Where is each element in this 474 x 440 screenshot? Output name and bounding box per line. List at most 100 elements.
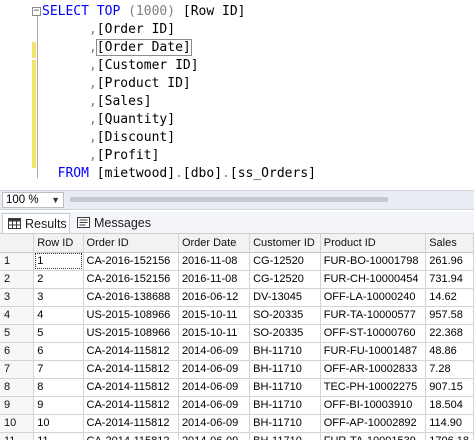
table-cell[interactable]: 1 [33,252,84,271]
table-cell[interactable]: 2016-11-08 [178,270,251,289]
sql-editor[interactable]: − SELECT TOP (1000) [Row ID] ,[Order ID]… [0,0,474,190]
table-cell[interactable]: 2015-10-11 [178,324,251,343]
code-line[interactable]: ,[Profit] [42,147,159,165]
table-cell[interactable]: 5 [33,324,84,343]
table-cell[interactable]: 18.504 [425,396,474,415]
table-cell[interactable]: CA-2014-115812 [83,360,179,379]
zoom-select[interactable]: 100 % ▼ [2,192,64,208]
table-cell[interactable]: 2014-06-09 [178,396,251,415]
table-cell[interactable]: CG-12520 [249,270,321,289]
table-cell[interactable]: US-2015-108966 [83,306,179,325]
table-cell[interactable]: 261.96 [425,252,474,271]
column-header[interactable]: Customer ID [249,234,321,253]
row-number[interactable]: 4 [0,306,35,325]
table-cell[interactable]: 2014-06-09 [178,414,251,433]
row-number[interactable]: 3 [0,288,35,307]
table-cell[interactable]: FUR-BO-10001798 [320,252,427,271]
column-header[interactable]: Sales [425,234,474,253]
scrollbar-thumb[interactable] [70,197,388,202]
table-cell[interactable]: US-2015-108966 [83,324,179,343]
table-row[interactable]: 9 9 CA-2014-115812 2014-06-09 BH-11710 OFF-BI… [0,396,474,415]
table-cell[interactable]: BH-11710 [249,396,321,415]
table-row[interactable]: 8 8 CA-2014-115812 2014-06-09 BH-11710 TEC-PH… [0,378,474,397]
table-cell[interactable]: DV-13045 [249,288,321,307]
row-number[interactable]: 11 [0,432,35,440]
table-row[interactable]: 2 2 CA-2016-152156 2016-11-08 CG-12520 FUR-CH… [0,270,474,289]
table-row[interactable]: 10 10 CA-2014-115812 2014-06-09 BH-11710 OFF-… [0,414,474,433]
row-number[interactable]: 5 [0,324,35,343]
table-cell[interactable]: OFF-ST-10000760 [320,324,427,343]
table-cell[interactable]: OFF-LA-10000240 [320,288,427,307]
table-row[interactable]: 3 3 CA-2016-138688 2016-06-12 DV-13045 OFF-LA… [0,288,474,307]
table-cell[interactable]: CA-2014-115812 [83,378,179,397]
table-cell[interactable]: OFF-AP-10002892 [320,414,427,433]
table-row[interactable]: 1 1 CA-2016-152156 2016-11-08 CG-12520 FUR-BO… [0,252,474,271]
table-cell[interactable]: CA-2014-115812 [83,396,179,415]
table-cell[interactable]: 2014-06-09 [178,360,251,379]
table-cell[interactable]: 2014-06-09 [178,378,251,397]
table-cell[interactable]: 907.15 [425,378,474,397]
results-grid[interactable]: Row ID Order ID Order Date Customer ID P… [0,234,474,440]
table-cell[interactable]: 114.90 [425,414,474,433]
table-row[interactable]: 4 4 US-2015-108966 2015-10-11 SO-20335 FUR-TA… [0,306,474,325]
table-cell[interactable]: 957.58 [425,306,474,325]
table-cell[interactable]: 14.62 [425,288,474,307]
column-header[interactable]: Row ID [33,234,84,253]
code-line[interactable]: ,[Customer ID] [42,57,199,75]
code-line[interactable]: ,[Quantity] [42,111,175,129]
table-cell[interactable]: FUR-FU-10001487 [320,342,427,361]
table-row[interactable]: 7 7 CA-2014-115812 2014-06-09 BH-11710 OFF-AR… [0,360,474,379]
table-cell[interactable]: CA-2016-152156 [83,252,179,271]
table-cell[interactable]: 1706.18 [425,432,474,440]
table-cell[interactable]: FUR-CH-10000454 [320,270,427,289]
table-cell[interactable]: 2014-06-09 [178,432,251,440]
table-cell[interactable]: 2 [33,270,84,289]
row-number[interactable]: 6 [0,342,35,361]
table-cell[interactable]: BH-11710 [249,342,321,361]
table-cell[interactable]: 4 [33,306,84,325]
collapse-icon[interactable]: − [32,7,41,16]
table-cell[interactable]: 2016-11-08 [178,252,251,271]
table-cell[interactable]: 22.368 [425,324,474,343]
table-cell[interactable]: 3 [33,288,84,307]
table-cell[interactable]: FUR-TA-10001539 [320,432,427,440]
table-cell[interactable]: OFF-AR-10002833 [320,360,427,379]
table-row[interactable]: 6 6 CA-2014-115812 2014-06-09 BH-11710 FUR-FU… [0,342,474,361]
table-row[interactable]: 1111CA-2014-1158122014-06-09BH-11710FUR-… [0,432,474,440]
table-cell[interactable]: 11 [33,432,84,440]
table-cell[interactable]: FUR-TA-10000577 [320,306,427,325]
row-number[interactable]: 7 [0,360,35,379]
table-cell[interactable]: 9 [33,396,84,415]
code-line[interactable]: ,[Sales] [42,93,152,111]
table-cell[interactable]: CA-2016-138688 [83,288,179,307]
table-cell[interactable]: BH-11710 [249,378,321,397]
table-cell[interactable]: 8 [33,378,84,397]
horizontal-scrollbar[interactable] [70,195,470,205]
table-row[interactable]: 5 5 US-2015-108966 2015-10-11 SO-20335 OFF-ST… [0,324,474,343]
row-number[interactable]: 1 [0,252,35,271]
code-line[interactable]: FROM [mietwood].[dbo].[ss_Orders] [42,165,316,183]
table-cell[interactable]: 7 [33,360,84,379]
code-line[interactable]: ,[Product ID] [42,75,191,93]
row-number[interactable]: 10 [0,414,35,433]
table-cell[interactable]: TEC-PH-10002275 [320,378,427,397]
table-cell[interactable]: BH-11710 [249,414,321,433]
table-cell[interactable]: 2014-06-09 [178,342,251,361]
code-line[interactable]: ,[Discount] [42,129,175,147]
table-cell[interactable]: BH-11710 [249,360,321,379]
table-cell[interactable]: CG-12520 [249,252,321,271]
code-line[interactable]: ,[Order ID] [42,21,175,39]
row-number[interactable]: 9 [0,396,35,415]
row-number[interactable]: 8 [0,378,35,397]
code-line[interactable]: SELECT TOP (1000) [Row ID] [42,3,246,21]
column-header[interactable]: Order Date [178,234,251,253]
table-cell[interactable]: 10 [33,414,84,433]
table-cell[interactable]: 731.94 [425,270,474,289]
column-header[interactable]: Product ID [320,234,427,253]
table-cell[interactable]: BH-11710 [249,432,321,440]
table-cell[interactable]: 6 [33,342,84,361]
code-line[interactable]: ,[Order Date] [42,39,192,57]
table-cell[interactable]: 7.28 [425,360,474,379]
table-cell[interactable]: CA-2014-115812 [83,414,179,433]
tab-messages[interactable]: Messages [72,213,156,233]
